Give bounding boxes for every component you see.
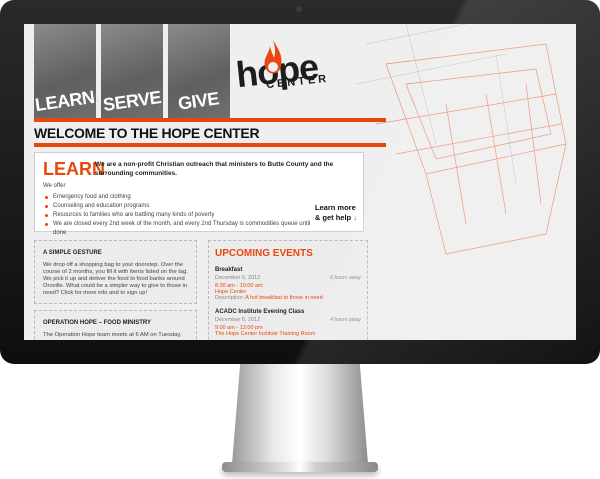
- event-name: ACADC Institute Evening Class: [215, 309, 305, 315]
- event-location: The Hope Center Institute Training Room: [215, 331, 316, 337]
- get-help-text: & get help: [314, 213, 352, 222]
- offer-list: Emergency food and clothing Counseling a…: [45, 193, 325, 238]
- event-description: Description: A hot breakfast to those in…: [215, 295, 361, 301]
- camera-dot: [296, 6, 302, 12]
- website-screen: LEARN SERVE GIVE hope CENTER WELCOME TO …: [24, 24, 576, 340]
- description-text: A hot breakfast to those in need: [245, 295, 323, 301]
- panel-title: OPERATION HOPE – FOOD MINISTRY: [43, 320, 152, 326]
- event-name: Breakfast: [215, 267, 243, 273]
- event-countdown: 4 hours away: [330, 317, 361, 323]
- nav-label: GIVE: [177, 88, 221, 114]
- upcoming-events-panel: UPCOMING EVENTS Breakfast December 6, 20…: [208, 240, 368, 340]
- nav-tile-learn[interactable]: LEARN: [34, 24, 96, 118]
- accent-rule-bottom: [34, 143, 386, 147]
- list-item: Emergency food and clothing: [45, 193, 325, 202]
- we-offer-label: We offer: [43, 183, 66, 189]
- panel-text: The Operation Hope team meets at 6 AM on…: [43, 332, 182, 338]
- get-help-line: & get help ↓: [315, 213, 357, 223]
- monitor-bezel: LEARN SERVE GIVE hope CENTER WELCOME TO …: [0, 0, 600, 364]
- learn-section: LEARN We are a non-profit Christian outr…: [34, 152, 364, 236]
- panel-title: A SIMPLE GESTURE: [43, 250, 102, 256]
- event-item[interactable]: ACADC Institute Evening Class December 6…: [215, 309, 361, 337]
- monitor-stand: [232, 364, 368, 464]
- description-label: Description:: [215, 295, 245, 301]
- accent-rule-top: [34, 118, 386, 122]
- hope-center-logo[interactable]: hope CENTER: [234, 30, 356, 95]
- page-title: WELCOME TO THE HOPE CENTER: [34, 125, 260, 141]
- nav-tile-give[interactable]: GIVE: [168, 24, 230, 118]
- learn-intro: We are a non-profit Christian outreach t…: [95, 161, 334, 178]
- event-item[interactable]: Breakfast December 6, 2012 6 hours away …: [215, 267, 361, 301]
- events-heading: UPCOMING EVENTS: [215, 248, 313, 259]
- panel-text: We drop off a shopping bag to your doors…: [43, 262, 188, 296]
- monitor-base: [222, 462, 378, 472]
- nav-tile-serve[interactable]: SERVE: [101, 24, 163, 118]
- learn-more-link[interactable]: Learn more & get help ↓: [315, 203, 357, 223]
- nav-label: SERVE: [101, 87, 163, 115]
- nav-label: LEARN: [34, 86, 96, 116]
- arrow-down-icon: ↓: [353, 213, 357, 222]
- list-item: Resources to families who are battling m…: [45, 211, 325, 220]
- list-item: We are closed every 2nd week of the mont…: [45, 220, 325, 238]
- event-countdown: 6 hours away: [330, 275, 361, 281]
- simple-gesture-panel[interactable]: A SIMPLE GESTURE We drop off a shopping …: [34, 240, 197, 304]
- food-ministry-panel[interactable]: OPERATION HOPE – FOOD MINISTRY The Opera…: [34, 310, 197, 340]
- learn-more-text: Learn more: [314, 203, 356, 212]
- list-item: Counseling and education programs: [45, 202, 325, 211]
- flame-icon: [264, 40, 282, 74]
